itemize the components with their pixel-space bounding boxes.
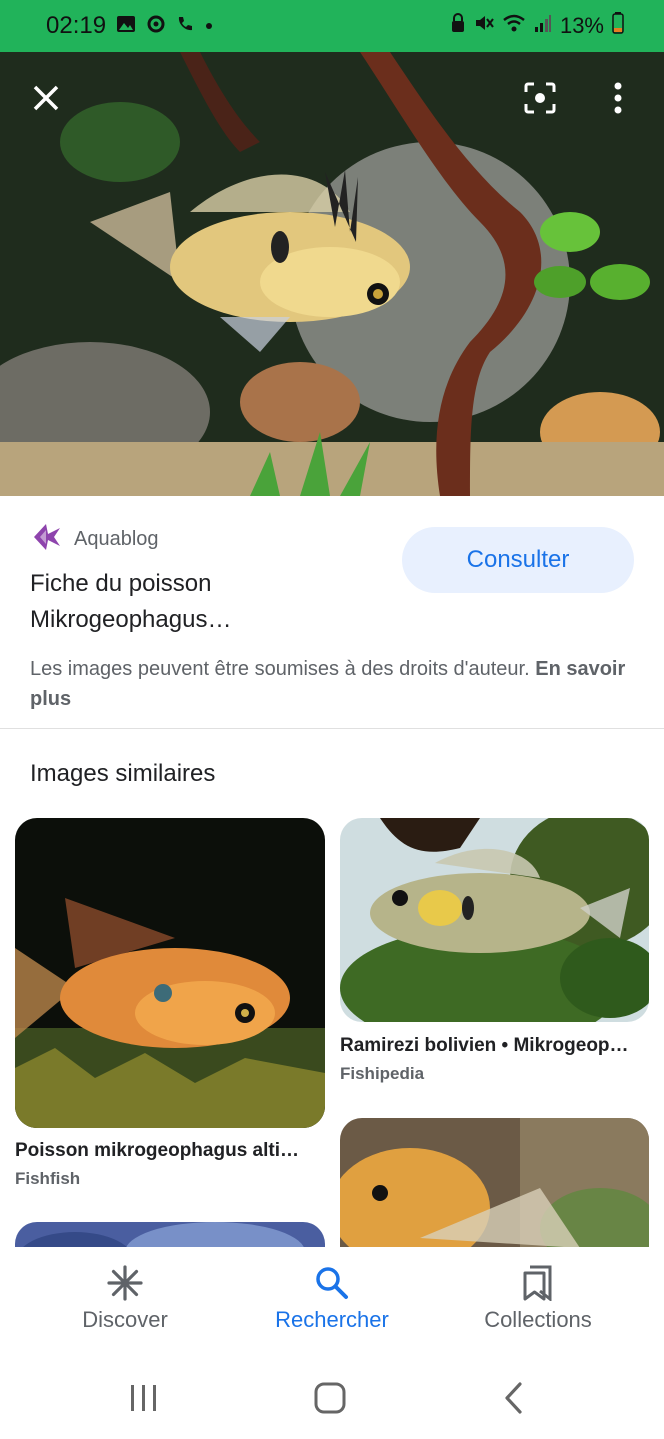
bottom-navigation: Discover Rechercher Collections — [0, 1247, 664, 1357]
similar-image-1-title[interactable]: Poisson mikrogeophagus alti… — [15, 1140, 315, 1162]
similar-image-1[interactable] — [15, 818, 325, 1128]
similar-image-2[interactable] — [340, 818, 649, 1022]
lock-icon — [450, 13, 466, 39]
status-icons-left — [116, 14, 214, 39]
source-name: Aquablog — [74, 528, 159, 550]
close-icon — [33, 85, 59, 111]
fish-photo — [0, 52, 664, 496]
recent-apps-icon — [131, 1385, 156, 1411]
lens-button[interactable] — [518, 76, 562, 120]
home-button[interactable] — [313, 1381, 347, 1420]
consult-button[interactable]: Consulter — [402, 527, 634, 593]
nav-discover[interactable]: Discover — [25, 1265, 225, 1333]
copyright-notice: Les images peuvent être soumises à des d… — [30, 654, 630, 714]
dot-icon — [204, 18, 214, 36]
lens-icon — [524, 82, 556, 114]
nav-collections[interactable]: Collections — [438, 1265, 638, 1333]
battery-percent: 13% — [559, 13, 604, 38]
rights-text: Les images peuvent être soumises à des d… — [30, 658, 530, 680]
similar-images-heading: Images similaires — [30, 760, 216, 787]
signal-icon — [534, 13, 552, 39]
nav-collections-label: Collections — [484, 1307, 592, 1332]
phone-icon — [176, 15, 194, 38]
status-bar: 02:19 13% — [0, 0, 664, 52]
fish-thumbnail — [15, 818, 325, 1128]
home-icon — [314, 1382, 346, 1414]
result-title-line1: Fiche du poisson — [30, 570, 212, 597]
wifi-icon — [502, 13, 526, 39]
main-image[interactable] — [0, 52, 664, 496]
nav-search[interactable]: Rechercher — [232, 1265, 432, 1333]
more-vert-icon — [614, 82, 622, 114]
battery-icon — [612, 12, 624, 40]
collections-bookmark-icon — [523, 1265, 552, 1301]
gallery-icon — [116, 15, 136, 38]
close-button[interactable] — [24, 76, 68, 120]
result-title[interactable]: Fiche du poisson Mikrogeophagus… — [30, 566, 360, 638]
aquablog-logo-icon — [30, 520, 64, 559]
fish-thumbnail — [340, 818, 649, 1022]
similar-image-2-source: Fishipedia — [340, 1064, 425, 1083]
back-icon — [505, 1382, 522, 1414]
search-icon — [316, 1267, 348, 1299]
recent-apps-button[interactable] — [128, 1383, 160, 1418]
divider — [0, 728, 664, 729]
result-title-line2: Mikrogeophagus… — [30, 606, 232, 633]
nav-search-label: Rechercher — [275, 1307, 389, 1332]
discover-asterisk-icon — [107, 1265, 143, 1301]
back-button[interactable] — [502, 1381, 526, 1420]
similar-image-1-source: Fishfish — [15, 1169, 81, 1188]
mute-icon — [474, 13, 494, 39]
system-navigation-bar — [0, 1357, 664, 1439]
similar-image-2-title[interactable]: Ramirezi bolivien • Mikrogeop… — [340, 1035, 640, 1057]
source-row[interactable]: Aquablog — [30, 520, 159, 559]
sync-icon — [146, 14, 166, 39]
more-options-button[interactable] — [596, 76, 640, 120]
status-time: 02:19 — [46, 12, 107, 39]
nav-discover-label: Discover — [82, 1307, 168, 1332]
status-icons-right: 13% — [450, 12, 624, 40]
